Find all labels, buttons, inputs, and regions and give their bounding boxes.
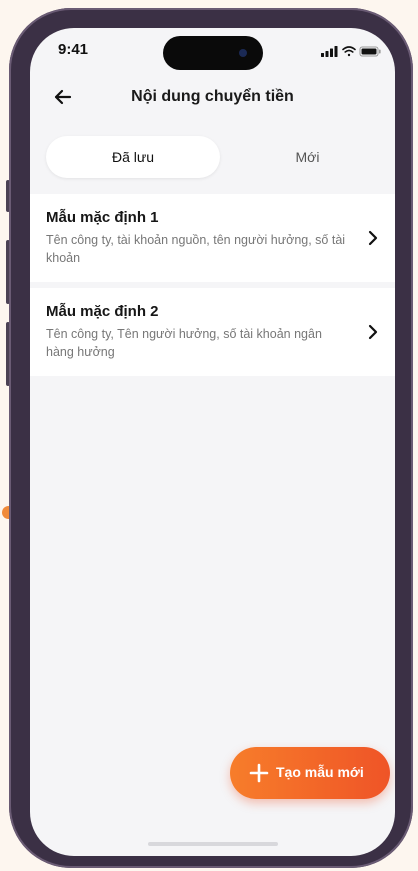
template-title: Mẫu mặc định 2 xyxy=(46,303,159,320)
dynamic-island xyxy=(163,36,263,70)
chevron-right-icon xyxy=(368,324,378,340)
wifi-icon xyxy=(342,46,356,57)
create-template-button[interactable]: Tạo mẫu mới xyxy=(230,747,390,799)
status-bar: 9:41 xyxy=(30,28,395,78)
plus-icon xyxy=(249,763,269,783)
chevron-right-icon xyxy=(368,230,378,246)
template-description: Tên công ty, Tên người hưởng, số tài kho… xyxy=(46,327,322,359)
status-time: 9:41 xyxy=(58,41,89,58)
segmented-tabs: Đã lưu Mới xyxy=(46,136,379,178)
battery-icon xyxy=(359,46,381,57)
template-list: Mẫu mặc định 1 Tên công ty, tài khoản ng… xyxy=(30,194,395,376)
home-indicator xyxy=(148,842,278,846)
template-item-2[interactable]: Mẫu mặc định 2 Tên công ty, Tên người hư… xyxy=(30,288,395,376)
navigation-header: Nội dung chuyển tiền xyxy=(30,78,395,118)
signal-icon xyxy=(321,46,338,57)
tab-new[interactable]: Mới xyxy=(236,136,379,178)
page-title: Nội dung chuyển tiền xyxy=(131,88,294,105)
template-item-1[interactable]: Mẫu mặc định 1 Tên công ty, tài khoản ng… xyxy=(30,194,395,282)
app-screen: 9:41 Nội dung chuyển tiền Đã lưu Mới Mẫu… xyxy=(30,28,395,856)
create-template-label: Tạo mẫu mới xyxy=(276,764,364,780)
template-description: Tên công ty, tài khoản nguồn, tên người … xyxy=(46,233,346,265)
camera-icon xyxy=(239,49,247,57)
tab-saved[interactable]: Đã lưu xyxy=(46,136,220,178)
template-title: Mẫu mặc định 1 xyxy=(46,209,159,226)
system-status-icons xyxy=(321,46,381,57)
